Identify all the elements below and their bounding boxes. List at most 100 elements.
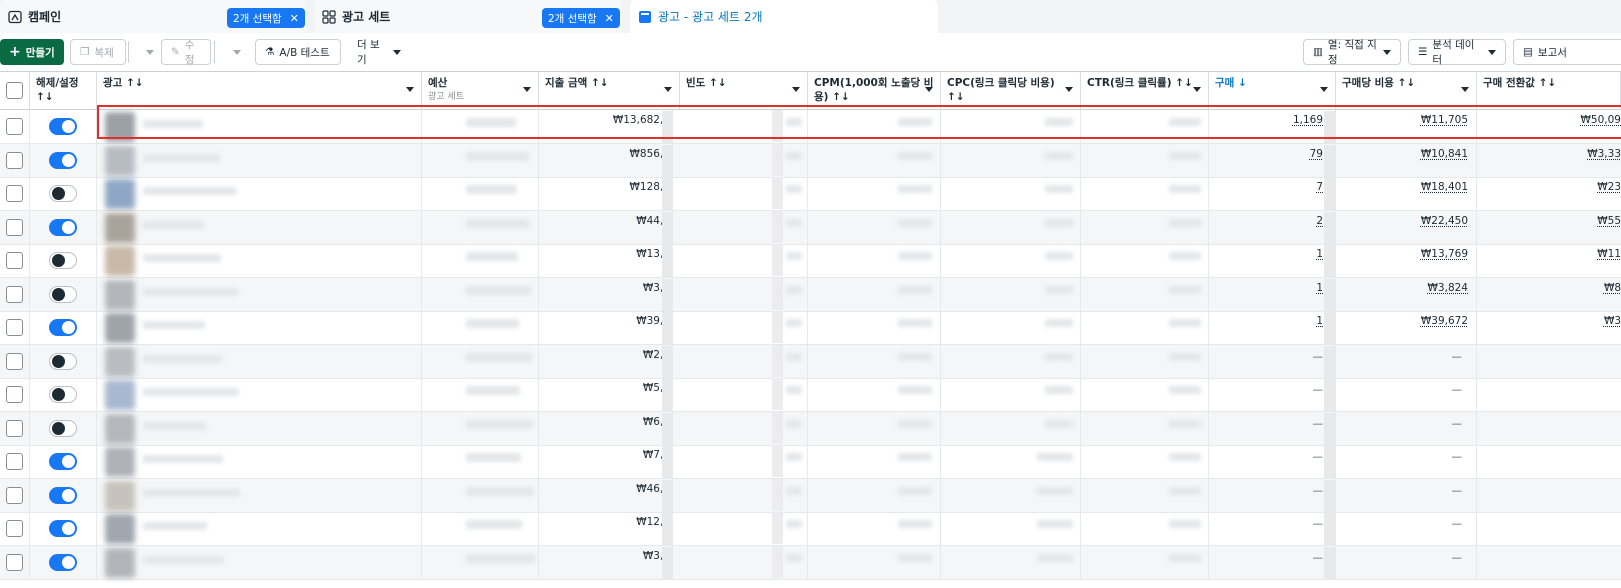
duplicate-dropdown[interactable]	[131, 39, 157, 65]
duplicate-button[interactable]: ❐ 복제	[70, 39, 126, 65]
row-checkbox[interactable]	[6, 185, 23, 202]
table-row[interactable]: ₩128,8 7 ₩18,401 ₩23	[0, 177, 1621, 211]
table-row[interactable]: ₩39,6 1 ₩39,672 ₩3	[0, 311, 1621, 345]
delivery-toggle[interactable]	[49, 285, 77, 303]
cost-per-purchase-value[interactable]: ₩22,450	[1421, 215, 1468, 227]
purchase-value[interactable]: ₩8	[1604, 282, 1621, 294]
chevron-down-icon[interactable]	[1461, 87, 1469, 92]
row-checkbox[interactable]	[6, 319, 23, 336]
table-row[interactable]: ₩3,8 1 ₩3,824 ₩8	[0, 277, 1621, 312]
row-checkbox[interactable]	[6, 252, 23, 269]
tab-adsets[interactable]: 광고 세트 2개 선택함 ✕	[314, 0, 622, 33]
sort-desc-icon[interactable]: ↓	[1238, 77, 1247, 89]
chevron-down-icon[interactable]	[664, 87, 672, 92]
purchases-value[interactable]: —	[1313, 451, 1324, 463]
delivery-toggle[interactable]	[49, 185, 77, 202]
cost-per-purchase-value[interactable]: —	[1452, 552, 1463, 564]
edit-dropdown[interactable]	[218, 39, 244, 65]
table-row[interactable]: ₩12,2 — —	[0, 512, 1621, 546]
sort-icon[interactable]: ↑↓	[947, 91, 965, 103]
chevron-down-icon[interactable]	[1320, 87, 1328, 92]
delivery-toggle[interactable]	[49, 319, 77, 336]
purchases-value[interactable]: 79	[1310, 148, 1323, 160]
row-checkbox[interactable]	[6, 285, 23, 303]
chevron-down-icon[interactable]	[792, 87, 800, 92]
purchases-value[interactable]: 1	[1316, 282, 1323, 294]
chevron-down-icon[interactable]	[1065, 87, 1073, 92]
cost-per-purchase-value[interactable]: ₩18,401	[1421, 181, 1468, 193]
edit-button[interactable]: ✎ 수정	[161, 39, 211, 66]
col-toggle[interactable]: 해제/설정 ↑↓	[30, 72, 97, 110]
row-checkbox[interactable]	[6, 218, 23, 236]
row-checkbox[interactable]	[6, 553, 23, 571]
cost-per-purchase-value[interactable]: —	[1452, 451, 1463, 463]
row-checkbox[interactable]	[6, 352, 23, 370]
row-checkbox[interactable]	[6, 151, 23, 169]
delivery-toggle[interactable]	[49, 151, 77, 169]
row-checkbox[interactable]	[6, 419, 23, 437]
cost-per-purchase-value[interactable]: ₩3,824	[1428, 282, 1468, 294]
ad-name-cell[interactable]	[97, 445, 422, 479]
delivery-toggle[interactable]	[49, 486, 77, 504]
delivery-toggle[interactable]	[49, 453, 77, 470]
ad-name-cell[interactable]	[97, 545, 422, 580]
cost-per-purchase-value[interactable]: ₩39,672	[1421, 315, 1468, 327]
cost-per-purchase-value[interactable]: —	[1452, 485, 1463, 497]
sort-icon[interactable]: ↑↓	[1398, 77, 1416, 89]
chevron-down-icon[interactable]	[523, 87, 531, 92]
selection-chip[interactable]: 2개 선택함 ✕	[542, 8, 620, 28]
purchases-value[interactable]: —	[1313, 418, 1324, 430]
purchases-value[interactable]: 1	[1316, 248, 1323, 260]
delivery-toggle[interactable]	[49, 218, 77, 236]
ab-test-button[interactable]: ⚗ A/B 테스트	[255, 39, 341, 65]
purchase-value[interactable]: ₩3	[1604, 315, 1621, 327]
sort-icon[interactable]: ↑↓	[832, 91, 850, 103]
tab-ads[interactable]: 광고 - 광고 세트 2개	[630, 0, 938, 33]
purchases-value[interactable]: —	[1313, 351, 1324, 363]
purchases-value[interactable]: 7	[1316, 181, 1323, 193]
delivery-toggle[interactable]	[49, 419, 77, 437]
table-row[interactable]: ₩44,9 2 ₩22,450 ₩55	[0, 210, 1621, 245]
chevron-down-icon[interactable]	[406, 87, 414, 92]
cost-per-purchase-value[interactable]: —	[1452, 418, 1463, 430]
create-button[interactable]: + 만들기	[0, 39, 64, 65]
row-checkbox[interactable]	[6, 486, 23, 504]
ad-name-cell[interactable]	[97, 344, 422, 379]
purchases-value[interactable]: —	[1313, 552, 1324, 564]
cost-per-purchase-value[interactable]: —	[1452, 518, 1463, 530]
row-checkbox[interactable]	[6, 386, 23, 403]
ad-name-cell[interactable]	[97, 478, 422, 513]
delivery-toggle[interactable]	[49, 118, 77, 135]
ad-name-cell[interactable]	[97, 411, 422, 446]
tab-campaigns[interactable]: 캠페인 2개 선택함 ✕	[0, 0, 307, 33]
sort-icon[interactable]: ↑↓	[591, 77, 609, 89]
cost-per-purchase-value[interactable]: —	[1452, 384, 1463, 396]
table-row[interactable]: ₩7,5 — —	[0, 445, 1621, 479]
purchases-value[interactable]: —	[1313, 384, 1324, 396]
table-row[interactable]: ₩6,1 — —	[0, 411, 1621, 446]
more-button[interactable]: 더 보기	[348, 39, 410, 66]
ad-name-cell[interactable]	[97, 244, 422, 278]
purchase-value[interactable]: ₩55	[1597, 215, 1621, 227]
table-row[interactable]: ₩2,1 — —	[0, 344, 1621, 379]
purchases-value[interactable]: 2	[1316, 215, 1323, 227]
cost-per-purchase-value[interactable]: ₩10,841	[1421, 148, 1468, 160]
close-icon[interactable]: ✕	[605, 12, 614, 25]
purchases-value[interactable]: —	[1313, 518, 1324, 530]
row-checkbox[interactable]	[6, 118, 23, 135]
delivery-toggle[interactable]	[49, 520, 77, 537]
ad-name-cell[interactable]	[97, 143, 422, 178]
table-row[interactable]: ₩46,2 — —	[0, 478, 1621, 513]
breakdown-button[interactable]: ☰ 분석 데이터	[1408, 39, 1506, 66]
ad-name-cell[interactable]	[97, 512, 422, 546]
cost-per-purchase-value[interactable]: ₩13,769	[1421, 248, 1468, 260]
delivery-toggle[interactable]	[49, 352, 77, 370]
chevron-down-icon[interactable]	[925, 87, 933, 92]
table-row[interactable]: ₩856,4 79 ₩10,841 ₩3,33	[0, 143, 1621, 178]
delivery-toggle[interactable]	[49, 386, 77, 403]
chevron-down-icon[interactable]	[1193, 87, 1201, 92]
ad-name-cell[interactable]	[97, 210, 422, 245]
table-row[interactable]: ₩13,7 1 ₩13,769 ₩11	[0, 244, 1621, 278]
sort-icon[interactable]: ↑↓	[1175, 77, 1193, 89]
columns-button[interactable]: ▥ 열: 직접 지정	[1303, 39, 1401, 66]
